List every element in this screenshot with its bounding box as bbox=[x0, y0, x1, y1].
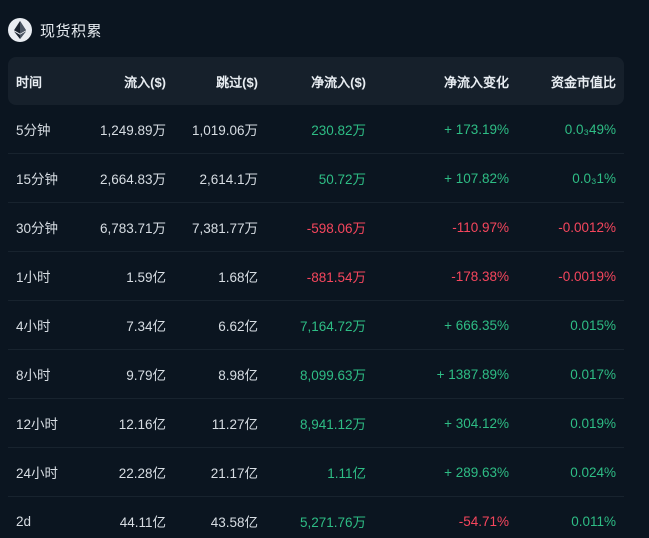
inflow-cell: 9.79亿 bbox=[126, 368, 166, 383]
time-cell: 5分钟 bbox=[16, 123, 51, 138]
panel-title: 现货积累 bbox=[40, 22, 103, 40]
cap-ratio-cell: -0.0019% bbox=[558, 268, 616, 284]
table-row: 15分钟 2,664.83万 2,614.1万 50.72万 + 107.82% 0.0₃… bbox=[8, 154, 624, 203]
net-change-cell: + 304.12% bbox=[444, 415, 509, 431]
column-header-time: 时间 bbox=[16, 74, 43, 90]
net-inflow-cell: -881.54万 bbox=[306, 270, 366, 285]
table-row: 30分钟 6,783.71万 7,381.77万 -598.06万 -110.97% -0… bbox=[8, 203, 624, 252]
net-inflow-cell: 50.72万 bbox=[318, 172, 366, 187]
table-row: 4小时 7.34亿 6.62亿 7,164.72万 + 666.35% 0.015% bbox=[8, 301, 624, 350]
net-inflow-cell: 8,099.63万 bbox=[299, 368, 366, 383]
table-body: 5分钟 1,249.89万 1,019.06万 230.82万 + 173.19% 0.0… bbox=[8, 105, 624, 538]
column-header-inflow: 流入($) bbox=[124, 74, 166, 90]
skip-cell: 8.98亿 bbox=[218, 368, 258, 383]
net-inflow-cell: -598.06万 bbox=[306, 221, 366, 236]
table-row: 1小时 1.59亿 1.68亿 -881.54万 -178.38% -0.0019% bbox=[8, 252, 624, 301]
net-inflow-cell: 1.11亿 bbox=[327, 466, 366, 481]
cap-ratio-cell: 0.0₃49% bbox=[564, 121, 616, 137]
cap-ratio-cell: 0.015% bbox=[570, 317, 616, 333]
net-inflow-cell: 7,164.72万 bbox=[299, 319, 366, 334]
panel-header: 现货积累 bbox=[8, 15, 102, 45]
cap-ratio-cell: -0.0012% bbox=[558, 219, 616, 235]
table-row: 8小时 9.79亿 8.98亿 8,099.63万 + 1387.89% 0.017% bbox=[8, 350, 624, 399]
table-row: 5分钟 1,249.89万 1,019.06万 230.82万 + 173.19% 0.0… bbox=[8, 105, 624, 154]
skip-cell: 43.58亿 bbox=[210, 515, 258, 530]
inflow-cell: 12.16亿 bbox=[118, 417, 166, 432]
skip-cell: 1,019.06万 bbox=[191, 123, 258, 138]
net-change-cell: + 289.63% bbox=[444, 464, 509, 480]
net-inflow-cell: 230.82万 bbox=[311, 123, 366, 138]
column-header-cap-ratio: 资金市值比 bbox=[550, 74, 616, 90]
cap-ratio-cell: 0.024% bbox=[570, 464, 616, 480]
cap-ratio-cell: 0.0₃1% bbox=[572, 170, 616, 186]
skip-cell: 2,614.1万 bbox=[199, 172, 258, 187]
time-cell: 2d bbox=[16, 513, 32, 529]
net-change-cell: + 173.19% bbox=[444, 121, 509, 137]
net-change-cell: + 107.82% bbox=[444, 170, 509, 186]
flow-table: 时间 流入($) 跳过($) 净流入($) 净流入变化 资金市值比 5分钟 1,2… bbox=[8, 57, 624, 538]
skip-cell: 1.68亿 bbox=[218, 270, 258, 285]
table-header: 时间 流入($) 跳过($) 净流入($) 净流入变化 资金市值比 bbox=[8, 57, 624, 105]
table-row: 24小时 22.28亿 21.17亿 1.11亿 + 289.63% 0.024% bbox=[8, 448, 624, 497]
table-row: 12小时 12.16亿 11.27亿 8,941.12万 + 304.12% 0.019% bbox=[8, 399, 624, 448]
inflow-cell: 44.11亿 bbox=[119, 515, 166, 530]
time-cell: 24小时 bbox=[16, 466, 59, 481]
inflow-cell: 6,783.71万 bbox=[99, 221, 166, 236]
column-header-net-change: 净流入变化 bbox=[443, 74, 509, 90]
ethereum-icon bbox=[8, 18, 32, 42]
net-change-cell: -178.38% bbox=[451, 268, 509, 284]
inflow-cell: 2,664.83万 bbox=[99, 172, 166, 187]
column-header-net-inflow: 净流入($) bbox=[311, 74, 366, 90]
inflow-cell: 1,249.89万 bbox=[99, 123, 166, 138]
net-change-cell: -54.71% bbox=[458, 513, 509, 529]
skip-cell: 21.17亿 bbox=[210, 466, 258, 481]
time-cell: 1小时 bbox=[16, 270, 51, 285]
net-change-cell: + 1387.89% bbox=[436, 366, 509, 382]
time-cell: 30分钟 bbox=[16, 221, 59, 236]
skip-cell: 11.27亿 bbox=[211, 417, 258, 432]
table-row: 2d 44.11亿 43.58亿 5,271.76万 -54.71% 0.011% bbox=[8, 497, 624, 538]
cap-ratio-cell: 0.017% bbox=[570, 366, 616, 382]
net-change-cell: -110.97% bbox=[452, 219, 509, 235]
inflow-cell: 1.59亿 bbox=[126, 270, 166, 285]
net-inflow-cell: 8,941.12万 bbox=[299, 417, 366, 432]
inflow-cell: 7.34亿 bbox=[126, 319, 166, 334]
column-header-skip: 跳过($) bbox=[216, 74, 258, 90]
cap-ratio-cell: 0.019% bbox=[570, 415, 616, 431]
skip-cell: 6.62亿 bbox=[218, 319, 258, 334]
spot-accumulation-panel: 现货积累 时间 流入($) 跳过($) 净流入($) 净流入变化 资金市值比 5… bbox=[0, 0, 649, 538]
time-cell: 12小时 bbox=[16, 417, 59, 432]
time-cell: 8小时 bbox=[16, 368, 51, 383]
time-cell: 15分钟 bbox=[16, 172, 59, 187]
net-inflow-cell: 5,271.76万 bbox=[299, 515, 366, 530]
time-cell: 4小时 bbox=[16, 319, 51, 334]
skip-cell: 7,381.77万 bbox=[191, 221, 258, 236]
cap-ratio-cell: 0.011% bbox=[571, 513, 616, 529]
net-change-cell: + 666.35% bbox=[444, 317, 509, 333]
inflow-cell: 22.28亿 bbox=[118, 466, 166, 481]
